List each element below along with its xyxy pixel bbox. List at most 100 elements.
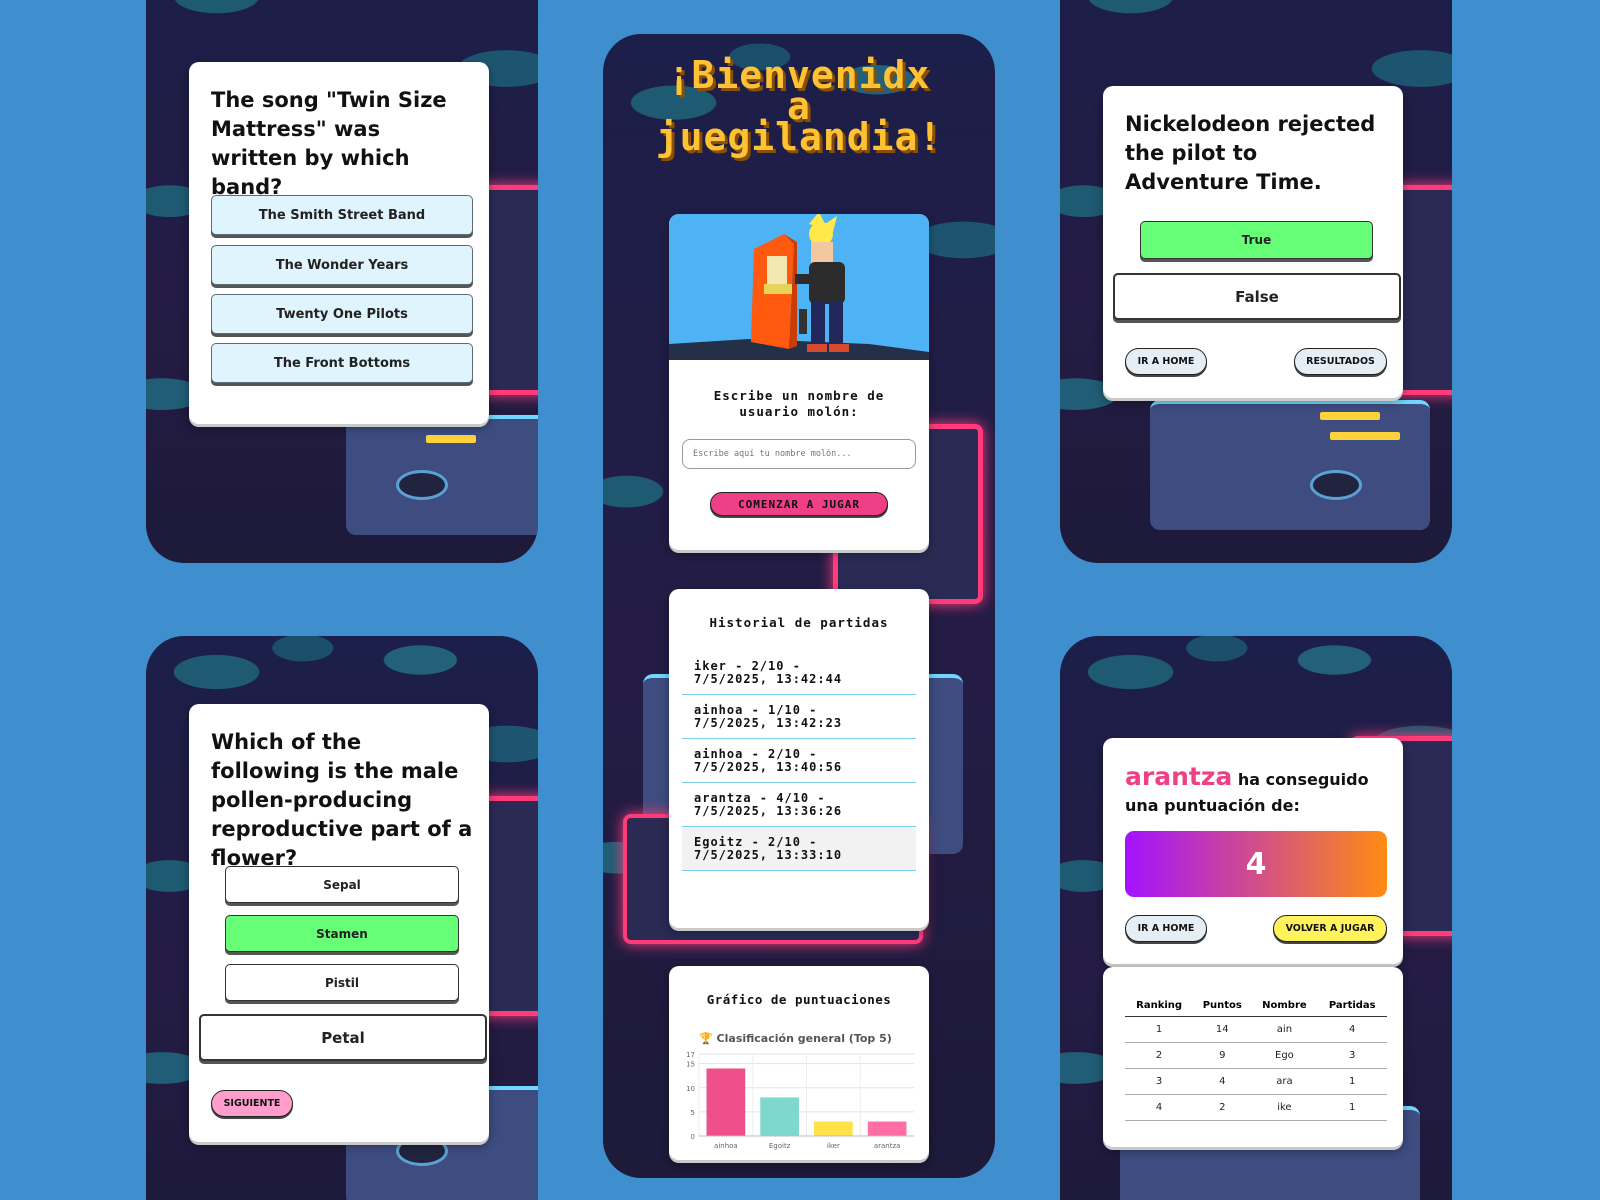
play-again-button[interactable]: VOLVER A JUGAR [1273, 915, 1387, 942]
cell-rank: 4 [1125, 1094, 1194, 1121]
phone-band-quiz: The song "Twin Size Mattress" was writte… [146, 0, 538, 563]
cell-points: 4 [1193, 1068, 1252, 1095]
history-item-date: 7/5/2025, 13:36:26 [694, 804, 843, 818]
col-nombre: Nombre [1251, 995, 1318, 1017]
go-home-button[interactable]: IR A HOME [1125, 915, 1207, 942]
answer-false[interactable]: False [1113, 273, 1401, 320]
x-tick-label: Egoitz [769, 1142, 791, 1150]
result-text-1: ha conseguido [1232, 770, 1369, 789]
history-item: ainhoa - 1/10 - 7/5/2025, 13:42:23 [682, 695, 916, 739]
cell-name: ara [1251, 1068, 1318, 1095]
result-message: arantza ha conseguido una puntuación de: [1125, 764, 1387, 819]
cell-rank: 3 [1125, 1068, 1194, 1095]
cell-games: 1 [1317, 1094, 1387, 1121]
bar-Egoitz [760, 1097, 799, 1136]
y-tick-label: 0 [691, 1133, 695, 1141]
cell-points: 14 [1193, 1016, 1252, 1043]
cell-games: 3 [1317, 1042, 1387, 1069]
bar-ainhoa [706, 1068, 746, 1136]
bar-arantza [867, 1121, 907, 1136]
start-game-button[interactable]: COMENZAR A JUGAR [710, 492, 888, 516]
login-card: Escribe un nombre de usuario molón: COME… [669, 214, 929, 550]
history-card: Historial de partidas iker - 2/10 - 7/5/… [669, 589, 929, 928]
history-item: arantza - 4/10 - 7/5/2025, 13:36:26 [682, 783, 916, 827]
answer-option-2[interactable]: The Wonder Years [211, 245, 473, 285]
ranking-table-wrap: Ranking Puntos Nombre Partidas 1 14 ain … [1125, 995, 1387, 1121]
history-item: Egoitz - 2/10 - 7/5/2025, 13:33:10 [682, 827, 916, 871]
question-card: The song "Twin Size Mattress" was writte… [189, 62, 489, 424]
history-item-date: 7/5/2025, 13:40:56 [694, 760, 843, 774]
question-text: Which of the following is the male polle… [211, 730, 473, 870]
score-display: 4 [1125, 831, 1387, 897]
phone-results: arantza ha conseguido una puntuación de:… [1060, 636, 1452, 1200]
history-item-date: 7/5/2025, 13:42:44 [694, 672, 843, 686]
history-title: Historial de partidas [709, 615, 889, 630]
cell-rank: 1 [1125, 1016, 1194, 1043]
history-item-date: 7/5/2025, 13:33:10 [694, 848, 843, 862]
answer-option-2[interactable]: Stamen [225, 915, 459, 952]
ranking-header-row: Ranking Puntos Nombre Partidas [1125, 995, 1387, 1017]
go-home-button[interactable]: IR A HOME [1125, 348, 1207, 375]
history-item-date: 7/5/2025, 13:42:23 [694, 716, 843, 730]
result-card: arantza ha conseguido una puntuación de:… [1103, 738, 1403, 964]
cell-points: 9 [1193, 1042, 1252, 1069]
y-tick-label: 15 [686, 1061, 695, 1069]
console-light-decoration-2 [1330, 432, 1400, 440]
phone-true-false: Nickelodeon rejected the pilot to Advent… [1060, 0, 1452, 563]
y-tick-label: 5 [691, 1109, 695, 1117]
question-text: The song "Twin Size Mattress" was writte… [211, 88, 447, 199]
answer-option-4[interactable]: Petal [199, 1014, 487, 1061]
phone-welcome: ¡Bienvenidx a juegilandia! Escribe un no… [603, 34, 995, 1178]
result-text-2: una puntuación de: [1125, 796, 1300, 815]
y-tick-label: 17 [686, 1051, 695, 1059]
history-list[interactable]: iker - 2/10 - 7/5/2025, 13:42:44 ainhoa … [682, 651, 916, 871]
history-item: iker - 2/10 - 7/5/2025, 13:42:44 [682, 651, 916, 695]
answer-option-3[interactable]: Pistil [225, 964, 459, 1001]
score-value: 4 [1245, 846, 1267, 882]
col-ranking: Ranking [1125, 995, 1194, 1017]
col-puntos: Puntos [1193, 995, 1252, 1017]
cell-games: 1 [1317, 1068, 1387, 1095]
username-input[interactable] [682, 439, 916, 469]
console-knob-decoration [396, 470, 448, 500]
table-row: 1 14 ain 4 [1125, 1016, 1387, 1043]
arcade-illustration [669, 214, 929, 360]
question-card: Nickelodeon rejected the pilot to Advent… [1103, 86, 1403, 398]
trophy-icon: 🏆 [699, 1032, 713, 1045]
next-button[interactable]: SIGUIENTE [211, 1090, 293, 1117]
console-decoration [1150, 400, 1430, 530]
ranking-card: Ranking Puntos Nombre Partidas 1 14 ain … [1103, 967, 1403, 1147]
results-button[interactable]: RESULTADOS [1294, 348, 1387, 375]
x-tick-label: iker [827, 1142, 840, 1150]
arcade-player-image [669, 214, 929, 360]
console-light-decoration [1320, 412, 1380, 420]
answer-option-1[interactable]: Sepal [225, 866, 459, 903]
chart-card-title: Gráfico de puntuaciones [706, 992, 892, 1007]
ranking-table: Ranking Puntos Nombre Partidas 1 14 ain … [1125, 995, 1387, 1121]
answer-option-1[interactable]: The Smith Street Band [211, 195, 473, 235]
table-row: 3 4 ara 1 [1125, 1068, 1387, 1095]
console-light-decoration [426, 435, 476, 443]
answer-option-4[interactable]: The Front Bottoms [211, 343, 473, 383]
welcome-title-line3: juegilandia! [655, 115, 943, 159]
answer-true[interactable]: True [1140, 221, 1373, 259]
cell-games: 4 [1317, 1016, 1387, 1043]
col-partidas: Partidas [1317, 995, 1387, 1017]
answer-option-3[interactable]: Twenty One Pilots [211, 294, 473, 334]
chart-card: Gráfico de puntuaciones 🏆 Clasificación … [669, 966, 929, 1160]
cell-name: Ego [1251, 1042, 1318, 1069]
bar-iker [814, 1121, 853, 1136]
cell-rank: 2 [1125, 1042, 1194, 1069]
table-row: 4 2 ike 1 [1125, 1094, 1387, 1121]
welcome-title: ¡Bienvenidx a juegilandia! [603, 56, 995, 159]
phone-flower-quiz: Which of the following is the male polle… [146, 636, 538, 1200]
history-item: ainhoa - 2/10 - 7/5/2025, 13:40:56 [682, 739, 916, 783]
table-row: 2 9 Ego 3 [1125, 1042, 1387, 1069]
result-username: arantza [1125, 762, 1233, 791]
chart-title: Clasificación general (Top 5) [716, 1032, 892, 1045]
cell-name: ain [1251, 1016, 1318, 1043]
username-prompt: Escribe un nombre de usuario molón: [713, 388, 885, 419]
y-tick-label: 10 [686, 1085, 695, 1093]
question-text: Nickelodeon rejected the pilot to Advent… [1125, 112, 1376, 194]
cell-name: ike [1251, 1094, 1318, 1121]
